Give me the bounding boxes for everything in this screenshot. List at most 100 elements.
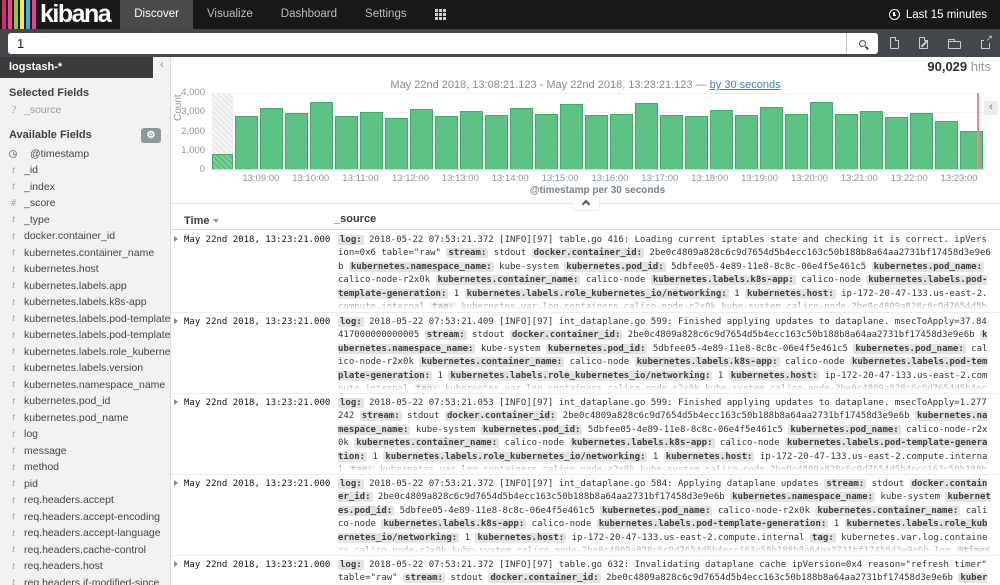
field-item-pid[interactable]: tpid: [9, 476, 170, 493]
field-label: _score: [24, 197, 56, 209]
doc-table-row[interactable]: May 22nd 2018, 13:23:21.000log: 2018-05-…: [171, 231, 1000, 312]
field-item-_index[interactable]: t_index: [9, 179, 170, 196]
field-item-kubernetes.pod_name[interactable]: tkubernetes.pod_name: [9, 410, 170, 427]
field-item-docker.container_id[interactable]: tdocker.container_id: [9, 228, 170, 245]
doc-time: May 22nd 2018, 13:23:21.000: [184, 231, 334, 312]
field-item-kubernetes.container_name[interactable]: tkubernetes.container_name: [9, 245, 170, 262]
histogram-bar[interactable]: [510, 108, 533, 169]
histogram-bar[interactable]: [235, 116, 258, 169]
field-item-kubernetes.labels.k8s-app[interactable]: tkubernetes.labels.k8s-app: [9, 294, 170, 311]
new-search-icon[interactable]: [890, 37, 899, 49]
field-item-req.headers.host[interactable]: treq.headers.host: [9, 558, 170, 575]
primary-nav: DiscoverVisualizeDashboardSettings: [120, 0, 420, 29]
field-item-kubernetes.labels.pod-template-generation[interactable]: tkubernetes.labels.pod-template-generati…: [9, 311, 170, 328]
chevron-up-icon: [581, 200, 589, 208]
doc-table-row[interactable]: May 22nd 2018, 13:23:21.000log: 2018-05-…: [171, 474, 1000, 555]
collapse-histogram-button[interactable]: [572, 197, 600, 211]
save-search-icon[interactable]: [919, 37, 928, 49]
histogram-bar[interactable]: [460, 111, 483, 169]
field-item-_id[interactable]: t_id: [9, 162, 170, 179]
histogram-bar[interactable]: [785, 114, 808, 169]
field-item-_score[interactable]: #_score: [9, 195, 170, 212]
share-search-icon[interactable]: [981, 40, 990, 49]
histogram-bar[interactable]: [285, 113, 308, 169]
top-navbar: kibana DiscoverVisualizeDashboardSetting…: [0, 0, 1000, 29]
histogram-bar[interactable]: [310, 102, 333, 169]
apps-grid-icon[interactable]: [435, 9, 446, 29]
histogram-bar[interactable]: [960, 131, 983, 169]
field-badge: kubernetes.container_name:: [436, 275, 581, 285]
field-item-kubernetes.namespace_name[interactable]: tkubernetes.namespace_name: [9, 377, 170, 394]
tab-visualize[interactable]: Visualize: [193, 0, 267, 29]
field-item-kubernetes.labels.app[interactable]: tkubernetes.labels.app: [9, 278, 170, 295]
field-item-req.headers.if-modified-since[interactable]: treq.headers.if-modified-since: [9, 575, 170, 585]
histogram-bar[interactable]: [660, 115, 683, 169]
histogram-bar[interactable]: [535, 114, 558, 169]
histogram-bar[interactable]: [585, 115, 608, 169]
field-item-req.headers.cache-control[interactable]: treq.headers.cache-control: [9, 542, 170, 559]
open-search-icon[interactable]: [948, 41, 961, 49]
tab-settings[interactable]: Settings: [351, 0, 421, 29]
expand-caret-icon[interactable]: [171, 394, 184, 474]
expand-caret-icon[interactable]: [171, 231, 184, 312]
time-picker[interactable]: Last 15 minutes: [889, 0, 1000, 29]
histogram-bar[interactable]: [360, 112, 383, 169]
tab-discover[interactable]: Discover: [120, 0, 193, 29]
field-item-kubernetes.labels.role_kubernetes_io/netw...[interactable]: tkubernetes.labels.role_kubernetes_io/ne…: [9, 344, 170, 361]
histogram-bar[interactable]: [810, 102, 833, 169]
histogram-bar[interactable]: [260, 108, 283, 169]
field-item-_source[interactable]: ?_source: [9, 102, 170, 119]
histogram-bar[interactable]: [735, 115, 758, 169]
histogram-bar[interactable]: [610, 114, 633, 169]
histogram-bar[interactable]: [335, 116, 358, 169]
doc-table-row[interactable]: May 22nd 2018, 13:23:21.000log: 2018-05-…: [171, 555, 1000, 585]
field-item-message[interactable]: tmessage: [9, 443, 170, 460]
field-item-kubernetes.host[interactable]: tkubernetes.host: [9, 261, 170, 278]
field-item-@timestamp[interactable]: @timestamp: [9, 146, 170, 163]
index-pattern-selector[interactable]: logstash-*: [0, 57, 153, 78]
histogram-bar[interactable]: [760, 107, 783, 169]
doc-table-row[interactable]: May 22nd 2018, 13:23:21.000log: 2018-05-…: [171, 312, 1000, 393]
field-item-kubernetes.pod_id[interactable]: tkubernetes.pod_id: [9, 393, 170, 410]
field-badge: docker.container_id:: [532, 248, 644, 258]
histogram-bar[interactable]: [385, 118, 408, 169]
histogram-bar[interactable]: [485, 115, 508, 169]
doc-table-row[interactable]: May 22nd 2018, 13:23:21.000log: 2018-05-…: [171, 393, 1000, 474]
sidebar-collapse-icon[interactable]: [160, 58, 170, 72]
search-input[interactable]: [8, 33, 846, 54]
search-button[interactable]: [846, 33, 878, 54]
field-item-_type[interactable]: t_type: [9, 212, 170, 229]
histogram-bar-partial[interactable]: [212, 93, 233, 169]
histogram-bar[interactable]: [860, 111, 883, 169]
time-column-header[interactable]: Time: [184, 213, 334, 229]
doc-time: May 22nd 2018, 13:23:21.000: [184, 475, 334, 555]
chart-collapse-icon[interactable]: [984, 101, 998, 115]
field-settings-gear-icon[interactable]: [141, 128, 161, 143]
histogram-bar[interactable]: [560, 104, 583, 169]
histogram-bar[interactable]: [935, 121, 958, 169]
histogram-bar[interactable]: [910, 113, 933, 169]
doc-source: log: 2018-05-22 07:53:21.372 [INFO][97] …: [334, 475, 1000, 555]
field-label: _source: [24, 104, 61, 116]
field-item-kubernetes.labels.version[interactable]: tkubernetes.labels.version: [9, 360, 170, 377]
histogram-bar[interactable]: [410, 109, 433, 169]
histogram-bar[interactable]: [212, 154, 233, 169]
field-badge: kubernetes.host:: [729, 371, 820, 381]
field-item-method[interactable]: tmethod: [9, 459, 170, 476]
field-item-req.headers.accept-language[interactable]: treq.headers.accept-language: [9, 525, 170, 542]
histogram-bar[interactable]: [435, 116, 458, 169]
expand-caret-icon[interactable]: [171, 475, 184, 555]
field-item-log[interactable]: tlog: [9, 426, 170, 443]
histogram-bar[interactable]: [710, 110, 733, 169]
histogram-bar[interactable]: [635, 103, 658, 169]
expand-caret-icon[interactable]: [171, 313, 184, 393]
tab-dashboard[interactable]: Dashboard: [267, 0, 351, 29]
interval-link[interactable]: by 30 seconds: [710, 79, 781, 91]
histogram-bar[interactable]: [835, 114, 858, 169]
field-item-kubernetes.labels.pod-template-hash[interactable]: tkubernetes.labels.pod-template-hash: [9, 327, 170, 344]
histogram-bar[interactable]: [885, 117, 908, 169]
field-item-req.headers.accept-encoding[interactable]: treq.headers.accept-encoding: [9, 509, 170, 526]
field-item-req.headers.accept[interactable]: treq.headers.accept: [9, 492, 170, 509]
histogram-bar[interactable]: [685, 116, 708, 169]
expand-caret-icon[interactable]: [171, 556, 184, 585]
